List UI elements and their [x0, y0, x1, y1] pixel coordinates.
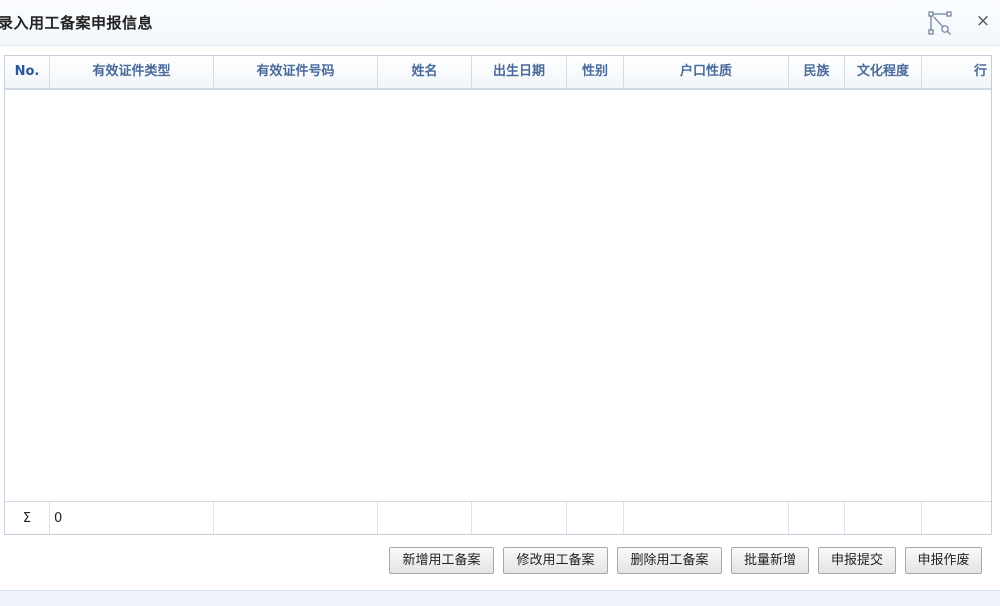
void-button[interactable]: 申报作废 [905, 547, 982, 574]
grid-header: No. 有效证件类型 有效证件号码 姓名 出生日期 性别 户口性质 民族 文化程… [5, 56, 991, 90]
col-no[interactable]: No. [5, 56, 50, 88]
col-birth-date[interactable]: 出生日期 [472, 56, 567, 88]
summary-cell [624, 502, 789, 534]
col-ethnicity[interactable]: 民族 [789, 56, 845, 88]
summary-cell [214, 502, 378, 534]
summary-sigma: Σ [5, 502, 50, 534]
col-id-number[interactable]: 有效证件号码 [214, 56, 378, 88]
col-id-type[interactable]: 有效证件类型 [50, 56, 214, 88]
col-name[interactable]: 姓名 [378, 56, 472, 88]
col-gender[interactable]: 性别 [567, 56, 624, 88]
bottom-strip [0, 590, 1000, 606]
summary-cell [567, 502, 624, 534]
submit-button[interactable]: 申报提交 [818, 547, 896, 574]
summary-row: Σ 0 [5, 501, 991, 534]
batch-add-button[interactable]: 批量新增 [731, 547, 809, 574]
edit-record-button[interactable]: 修改用工备案 [503, 547, 608, 574]
col-household-type[interactable]: 户口性质 [624, 56, 789, 88]
data-grid: No. 有效证件类型 有效证件号码 姓名 出生日期 性别 户口性质 民族 文化程… [4, 55, 992, 535]
col-education[interactable]: 文化程度 [845, 56, 922, 88]
summary-cell [922, 502, 991, 534]
grid-body[interactable] [5, 90, 991, 501]
summary-cell [789, 502, 845, 534]
summary-cell [472, 502, 567, 534]
button-bar: 新增用工备案 修改用工备案 删除用工备案 批量新增 申报提交 申报作废 [0, 547, 1000, 575]
add-record-button[interactable]: 新增用工备案 [389, 547, 494, 574]
maximize-icon[interactable] [928, 11, 952, 35]
col-industry[interactable]: 行 [922, 56, 991, 88]
summary-cell [845, 502, 922, 534]
summary-cell [378, 502, 472, 534]
window-title: 录入用工备案申报信息 [0, 14, 154, 32]
summary-count: 0 [50, 502, 214, 534]
delete-record-button[interactable]: 删除用工备案 [617, 547, 722, 574]
close-icon[interactable]: × [974, 10, 992, 32]
window-titlebar: 录入用工备案申报信息 × [0, 0, 1000, 46]
